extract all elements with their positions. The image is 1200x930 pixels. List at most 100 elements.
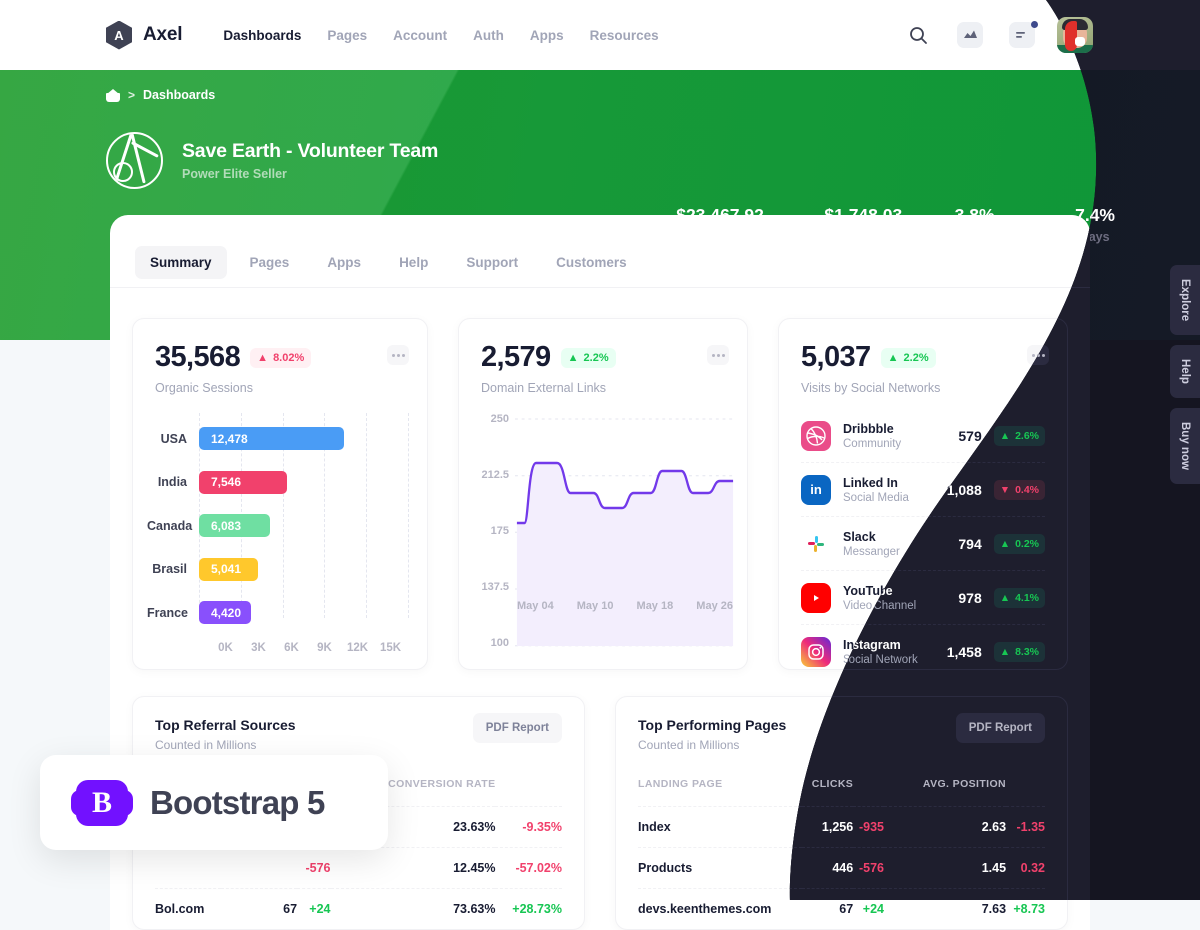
metric-label: Visits by Social Networks: [801, 381, 941, 395]
cell-source: [155, 847, 221, 889]
y-axis-labels: 250 212.5 175 137.5 100: [473, 413, 509, 649]
brand-logo[interactable]: A Axel: [106, 20, 183, 50]
table-row: Bol.com 67 +24 73.63% +28.73%: [155, 888, 562, 929]
linkedin-icon: in: [801, 474, 831, 505]
search-icon[interactable]: [902, 19, 934, 51]
bar-row: Brasil 5,041: [147, 548, 407, 592]
ellipsis-icon[interactable]: [707, 345, 729, 365]
breadcrumb: > Dashboards: [106, 88, 215, 102]
nav-item-resources[interactable]: Resources: [590, 28, 659, 43]
card-domain-external-links: 2,579 ▲ 2.2% Domain External Links 250 2…: [458, 318, 748, 670]
bootstrap-icon: B: [71, 779, 133, 826]
x-axis-labels: May 04 May 10 May 18 May 26: [511, 600, 739, 612]
breadcrumb-current[interactable]: Dashboards: [143, 88, 215, 102]
x-tick: May 04: [517, 600, 554, 612]
y-tick: 100: [490, 637, 509, 650]
bootstrap-letter: B: [91, 785, 112, 819]
tab-pages[interactable]: Pages: [235, 246, 305, 279]
cell-sessions: [220, 847, 298, 889]
status-badge: ▲ 2.6%: [994, 426, 1045, 446]
team-subtitle: Power Elite Seller: [182, 167, 287, 181]
nav-item-account[interactable]: Account: [393, 28, 447, 43]
status-badge: ▲ 8.3%: [994, 642, 1045, 662]
cell-rate-delta: -9.35%: [495, 806, 562, 848]
tab-help[interactable]: Help: [384, 246, 443, 279]
team-header: Save Earth - Volunteer Team Power Elite …: [106, 132, 438, 189]
nav-item-dashboards[interactable]: Dashboards: [223, 28, 301, 43]
status-badge: ▲ 2.2%: [880, 347, 936, 368]
ellipsis-icon[interactable]: [387, 345, 409, 365]
bar-category: Brasil: [152, 562, 187, 577]
bar-category: Canada: [147, 518, 193, 533]
social-value: 579: [958, 427, 982, 444]
x-axis-labels: 0K 3K 6K 9K 12K 15K: [209, 642, 407, 654]
notification-dot: [1031, 21, 1038, 28]
cell-sessions-delta: +24: [297, 888, 331, 929]
x-tick: 15K: [379, 641, 402, 654]
x-tick: 3K: [251, 641, 266, 654]
y-tick: 212.5: [481, 469, 509, 482]
x-tick: May 18: [636, 600, 674, 612]
social-name: Dribbble: [843, 421, 894, 436]
bar: 6,083: [199, 514, 270, 538]
tab-summary[interactable]: Summary: [135, 245, 227, 279]
y-tick: 250: [490, 413, 509, 425]
axel-logo-icon: A: [106, 20, 132, 50]
x-tick: 0K: [218, 641, 233, 654]
activity-icon[interactable]: [954, 19, 986, 51]
social-name: Linked In: [843, 475, 898, 490]
col-conversion-delta: [495, 778, 562, 807]
status-badge: ▲ 8.02%: [250, 347, 312, 368]
bar-row: India 7,546: [147, 461, 407, 505]
rail-button-explore[interactable]: Explore: [1170, 265, 1200, 336]
notifications-icon[interactable]: [1006, 19, 1038, 51]
col-landing-page: LANDING PAGE: [638, 778, 723, 790]
bootstrap-badge[interactable]: B Bootstrap 5: [40, 755, 388, 850]
pdf-report-button[interactable]: PDF Report: [956, 713, 1045, 743]
nav-item-apps[interactable]: Apps: [530, 28, 564, 43]
bar-category: USA: [160, 431, 187, 446]
rail-button-help[interactable]: Help: [1170, 345, 1200, 399]
cell-landing-page: devs.keenthemes.com: [638, 888, 803, 929]
cell-source: Bol.com: [155, 888, 221, 929]
x-tick: May 10: [576, 600, 614, 612]
cell-sessions: 67: [220, 888, 298, 929]
rail-button-buy-now[interactable]: Buy now: [1170, 408, 1200, 485]
metric-value: 2,579: [481, 341, 551, 373]
tab-apps[interactable]: Apps: [312, 246, 376, 279]
status-badge: ▼ 0.4%: [994, 480, 1045, 500]
breadcrumb-separator: >: [128, 88, 136, 102]
y-tick: 137.5: [481, 581, 509, 594]
rail-label: Buy now: [1179, 422, 1191, 471]
earth-globe-icon: [106, 132, 163, 189]
brand-name: Axel: [143, 24, 183, 45]
bar: 12,478: [199, 427, 344, 451]
status-badge: ▲ 0.2%: [994, 534, 1045, 554]
bar: 5,041: [199, 557, 258, 581]
top-navbar: A Axel Dashboards Pages Account Auth App…: [0, 0, 1200, 70]
metric-value: 35,568: [155, 341, 241, 373]
card-organic-sessions: 35,568 ▲ 8.02% Organic Sessions USA 12,47…: [132, 318, 428, 670]
metric-value: 5,037: [801, 341, 871, 373]
home-icon[interactable]: [106, 88, 120, 102]
cell-rate: 73.63%: [330, 888, 496, 929]
metric-label: Domain External Links: [481, 381, 607, 395]
bar: 4,420: [199, 601, 251, 625]
bar-category: France: [147, 605, 188, 620]
bar-row: Canada 6,083: [147, 504, 407, 548]
tab-support[interactable]: Support: [451, 246, 533, 279]
metric-label: Organic Sessions: [155, 381, 253, 395]
tab-customers[interactable]: Customers: [541, 246, 642, 279]
social-category: Community: [843, 437, 902, 450]
slack-icon: [801, 529, 831, 559]
side-rail: Explore Help Buy now: [1170, 265, 1200, 485]
bar-row: USA 12,478: [147, 417, 407, 461]
nav-item-pages[interactable]: Pages: [327, 28, 367, 43]
primary-nav: Dashboards Pages Account Auth Apps Resou…: [223, 28, 658, 43]
status-badge: ▲ 4.1%: [994, 588, 1045, 608]
nav-item-auth[interactable]: Auth: [473, 28, 504, 43]
avatar-overlay[interactable]: [1057, 17, 1093, 53]
pdf-report-button[interactable]: PDF Report: [472, 713, 562, 743]
tab-bar: Summary Pages Apps Help Support Customer…: [110, 215, 1090, 287]
page-title: Save Earth - Volunteer Team: [182, 140, 439, 162]
